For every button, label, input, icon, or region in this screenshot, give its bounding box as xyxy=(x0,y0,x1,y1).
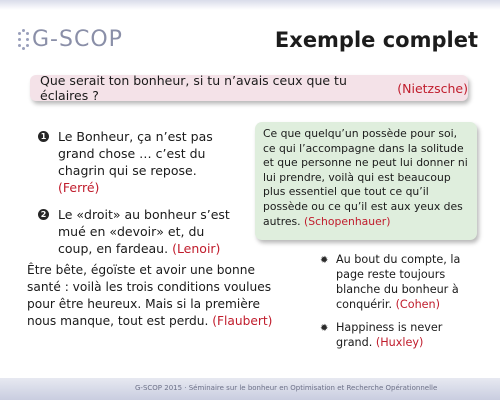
star-icon: ✹ xyxy=(320,323,329,334)
footer-bar: G-SCOP 2015 · Séminaire sur le bonheur e… xyxy=(0,378,500,400)
quote-author: (Nietzsche) xyxy=(397,80,468,96)
slide-title: Exemple complet xyxy=(274,28,478,52)
box-text: Ce que quelqu’un possède pour soi, ce qu… xyxy=(263,127,468,228)
enum-item-author: (Ferré) xyxy=(58,180,100,195)
list-item-author: (Huxley) xyxy=(375,336,424,349)
logo-dots-icon xyxy=(18,28,30,52)
box-author: (Schopenhauer) xyxy=(304,214,391,228)
paragraph-author: (Flaubert) xyxy=(212,314,273,328)
list-item-author: (Cohen) xyxy=(395,298,441,311)
enum-item-text: Le Bonheur, ça n’est pas grand chose … c… xyxy=(58,129,213,178)
list-item: ✹ Au bout du compte, la page reste toujo… xyxy=(318,252,478,312)
list-item: ✹ Happiness is never grand. (Huxley) xyxy=(318,320,478,350)
logo-text: G-SCOP xyxy=(32,27,123,52)
nietzsche-quote-block: Que serait ton bonheur, si tu n’avais ce… xyxy=(30,73,468,103)
enum-item-2: 2 Le «droit» au bonheur s’est mué en «de… xyxy=(38,206,238,257)
bullet-list: ✹ Au bout du compte, la page reste toujo… xyxy=(318,252,478,358)
numbered-circle-icon: 1 xyxy=(38,131,49,142)
footer-text: G-SCOP 2015 · Séminaire sur le bonheur e… xyxy=(135,384,438,392)
flaubert-paragraph: Être bête, égoïste et avoir une bonne sa… xyxy=(27,262,289,330)
schopenhauer-quote-box: Ce que quelqu’un possède pour soi, ce qu… xyxy=(255,122,477,240)
enumerated-list: 1 Le Bonheur, ça n’est pas grand chose …… xyxy=(38,128,238,267)
header-tint xyxy=(0,0,500,10)
numbered-circle-icon: 2 xyxy=(38,209,49,220)
quote-text: Que serait ton bonheur, si tu n’avais ce… xyxy=(40,73,347,103)
gscop-logo: G-SCOP xyxy=(18,27,123,52)
enum-item-1: 1 Le Bonheur, ça n’est pas grand chose …… xyxy=(38,128,238,196)
enum-item-author: (Lenoir) xyxy=(172,241,221,256)
star-icon: ✹ xyxy=(320,255,329,266)
